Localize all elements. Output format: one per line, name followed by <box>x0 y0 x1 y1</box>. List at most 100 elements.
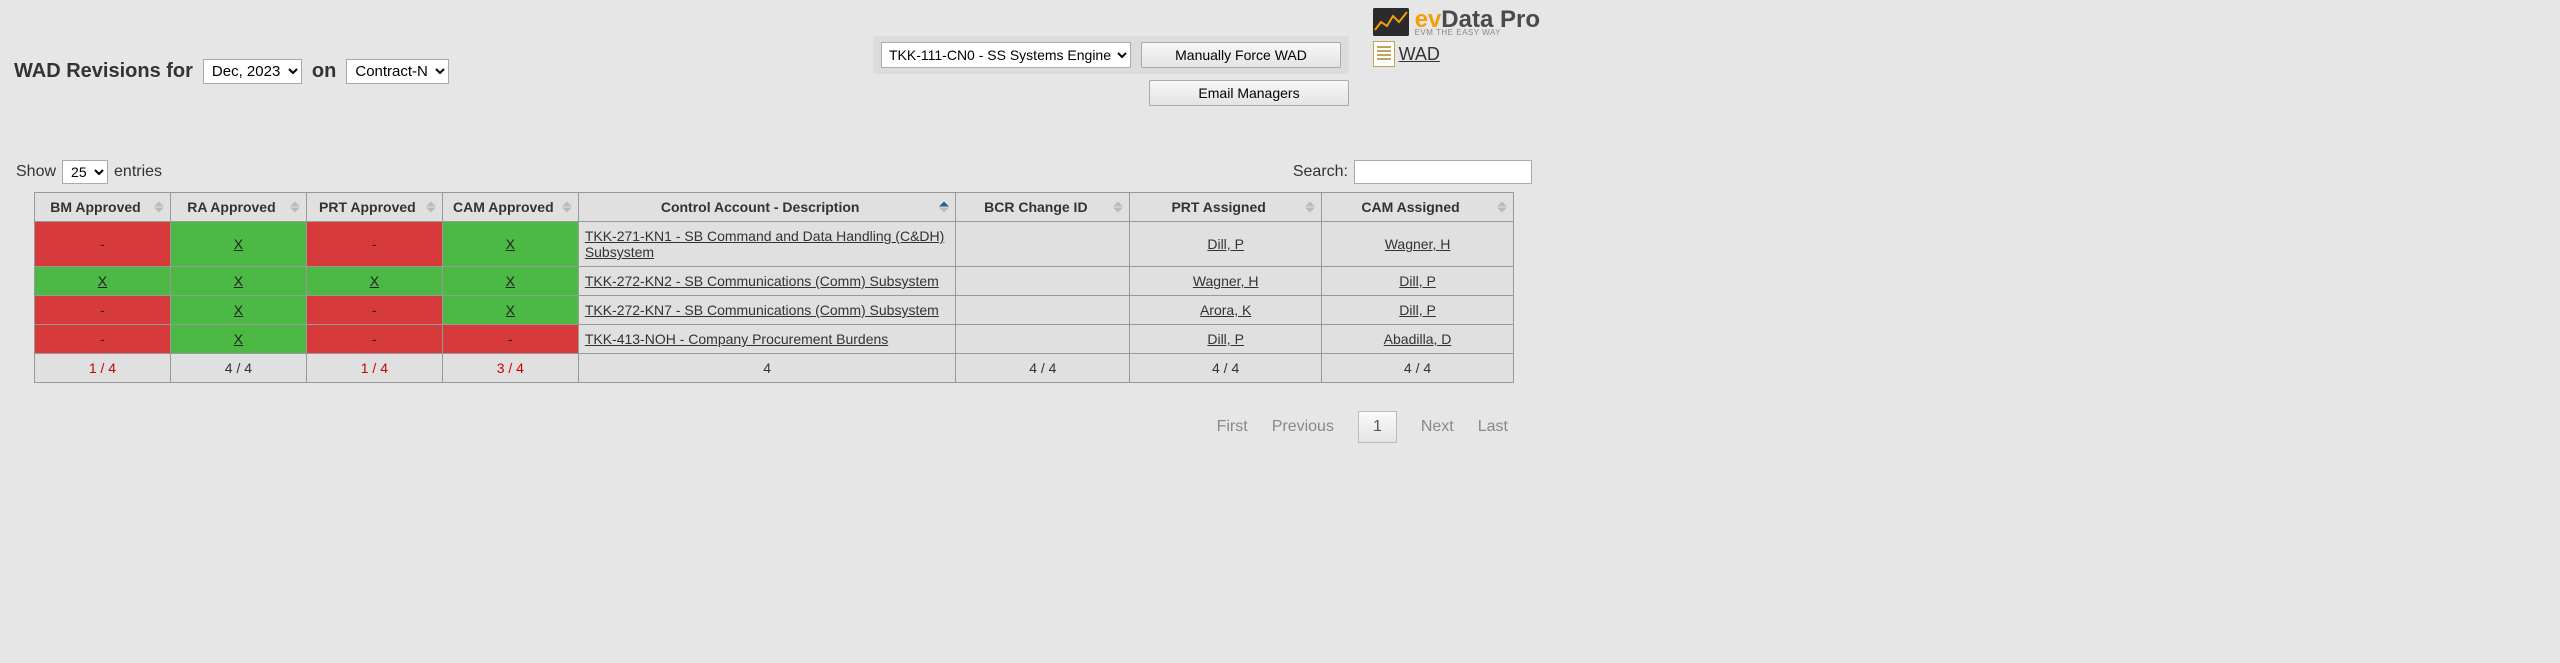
prt-assigned-link[interactable]: Wagner, H <box>1193 273 1259 289</box>
col-prt-approved[interactable]: PRT Approved <box>306 193 442 222</box>
col-bcr[interactable]: BCR Change ID <box>956 193 1130 222</box>
col-description[interactable]: Control Account - Description <box>578 193 956 222</box>
prt-assigned-cell: Arora, K <box>1130 296 1322 325</box>
bm-approved-link[interactable]: X <box>98 273 107 289</box>
table-row: X X X X TKK-272-KN2 - SB Communications (Com… <box>35 267 1514 296</box>
bm-status-cell: - <box>35 325 171 354</box>
prt-assigned-link[interactable]: Arora, K <box>1200 302 1251 318</box>
page-size-select[interactable]: 25 <box>62 160 108 184</box>
sort-icon <box>290 202 300 213</box>
cam-assigned-cell: Wagner, H <box>1322 222 1514 267</box>
col-cam-assigned[interactable]: CAM Assigned <box>1322 193 1514 222</box>
bcr-cell <box>956 267 1130 296</box>
col-cam-approved[interactable]: CAM Approved <box>442 193 578 222</box>
footer-prt: 1 / 4 <box>306 354 442 383</box>
control-account-link[interactable]: TKK-272-KN2 - SB Communications (Comm) S… <box>585 273 939 289</box>
cam-assigned-link[interactable]: Dill, P <box>1399 273 1436 289</box>
footer-prt-assigned: 4 / 4 <box>1130 354 1322 383</box>
revisions-table: BM Approved RA Approved PRT Approved CAM… <box>34 192 1514 383</box>
prt-assigned-link[interactable]: Dill, P <box>1207 236 1244 252</box>
bm-status-cell: X <box>35 267 171 296</box>
table-row: - X - X TKK-272-KN7 - SB Communications (Com… <box>35 296 1514 325</box>
cam-status-cell: X <box>442 296 578 325</box>
search-input[interactable] <box>1354 160 1532 184</box>
bm-status-cell: - <box>35 222 171 267</box>
pager-last[interactable]: Last <box>1478 418 1508 436</box>
description-cell: TKK-413-NOH - Company Procurement Burden… <box>578 325 956 354</box>
pager-next[interactable]: Next <box>1421 418 1454 436</box>
bcr-cell <box>956 325 1130 354</box>
ra-status-cell: X <box>170 296 306 325</box>
footer-bm: 1 / 4 <box>35 354 171 383</box>
col-ra-approved[interactable]: RA Approved <box>170 193 306 222</box>
cam-assigned-link[interactable]: Wagner, H <box>1385 236 1451 252</box>
footer-ra: 4 / 4 <box>170 354 306 383</box>
brand-swatch-icon <box>1373 8 1409 36</box>
cam-approved-link[interactable]: X <box>506 236 515 252</box>
email-managers-button[interactable]: Email Managers <box>1149 80 1349 106</box>
force-wad-button[interactable]: Manually Force WAD <box>1141 42 1341 68</box>
ra-approved-link[interactable]: X <box>234 331 243 347</box>
contract-select[interactable]: Contract-N <box>346 59 449 84</box>
col-bm-approved[interactable]: BM Approved <box>35 193 171 222</box>
sort-icon <box>1305 202 1315 213</box>
ra-status-cell: X <box>170 325 306 354</box>
bm-status-cell: - <box>35 296 171 325</box>
footer-bcr: 4 / 4 <box>956 354 1130 383</box>
wad-link[interactable]: WAD <box>1399 44 1440 65</box>
cam-status-cell: - <box>442 325 578 354</box>
search-label: Search: <box>1293 163 1348 181</box>
control-account-link[interactable]: TKK-271-KN1 - SB Command and Data Handli… <box>585 228 944 260</box>
sort-icon <box>426 202 436 213</box>
sort-icon <box>562 202 572 213</box>
footer-desc: 4 <box>578 354 956 383</box>
show-label: Show <box>16 163 56 181</box>
prt-status-cell: - <box>306 296 442 325</box>
footer-cam-assigned: 4 / 4 <box>1322 354 1514 383</box>
entries-label: entries <box>114 163 162 181</box>
bcr-cell <box>956 222 1130 267</box>
page-title: WAD Revisions for <box>14 60 193 83</box>
sort-icon <box>1497 202 1507 213</box>
prt-status-cell: X <box>306 267 442 296</box>
control-account-link[interactable]: TKK-272-KN7 - SB Communications (Comm) S… <box>585 302 939 318</box>
on-label: on <box>312 60 336 83</box>
description-cell: TKK-271-KN1 - SB Command and Data Handli… <box>578 222 956 267</box>
prt-assigned-cell: Dill, P <box>1130 325 1322 354</box>
ra-approved-link[interactable]: X <box>234 236 243 252</box>
pager-current[interactable]: 1 <box>1358 411 1397 443</box>
ra-approved-link[interactable]: X <box>234 273 243 289</box>
cam-approved-link[interactable]: X <box>506 273 515 289</box>
cam-assigned-link[interactable]: Abadilla, D <box>1384 331 1452 347</box>
prt-status-cell: - <box>306 222 442 267</box>
bcr-cell <box>956 296 1130 325</box>
cam-assigned-cell: Abadilla, D <box>1322 325 1514 354</box>
cam-assigned-link[interactable]: Dill, P <box>1399 302 1436 318</box>
prt-assigned-cell: Wagner, H <box>1130 267 1322 296</box>
ra-status-cell: X <box>170 267 306 296</box>
prt-status-cell: - <box>306 325 442 354</box>
cam-approved-link[interactable]: X <box>506 302 515 318</box>
col-prt-assigned[interactable]: PRT Assigned <box>1130 193 1322 222</box>
cam-assigned-cell: Dill, P <box>1322 296 1514 325</box>
pager-first[interactable]: First <box>1217 418 1248 436</box>
prt-assigned-cell: Dill, P <box>1130 222 1322 267</box>
ra-status-cell: X <box>170 222 306 267</box>
brand-logo: evData Pro EVM THE EASY WAY <box>1373 6 1540 37</box>
control-account-link[interactable]: TKK-413-NOH - Company Procurement Burden… <box>585 331 888 347</box>
sort-icon <box>1113 202 1123 213</box>
table-row: -X--TKK-413-NOH - Company Procurement Bu… <box>35 325 1514 354</box>
pager-previous[interactable]: Previous <box>1272 418 1334 436</box>
prt-assigned-link[interactable]: Dill, P <box>1207 331 1244 347</box>
footer-cam: 3 / 4 <box>442 354 578 383</box>
month-select[interactable]: Dec, 2023 <box>203 59 302 84</box>
ra-approved-link[interactable]: X <box>234 302 243 318</box>
document-icon <box>1373 41 1395 67</box>
sort-icon <box>939 202 949 213</box>
prt-approved-link[interactable]: X <box>370 273 379 289</box>
cam-status-cell: X <box>442 267 578 296</box>
cam-status-cell: X <box>442 222 578 267</box>
sort-icon <box>154 202 164 213</box>
systems-select[interactable]: TKK-111-CN0 - SS Systems Engineer <box>881 42 1131 68</box>
table-row: - X - X TKK-271-KN1 - SB Command and Data Ha… <box>35 222 1514 267</box>
